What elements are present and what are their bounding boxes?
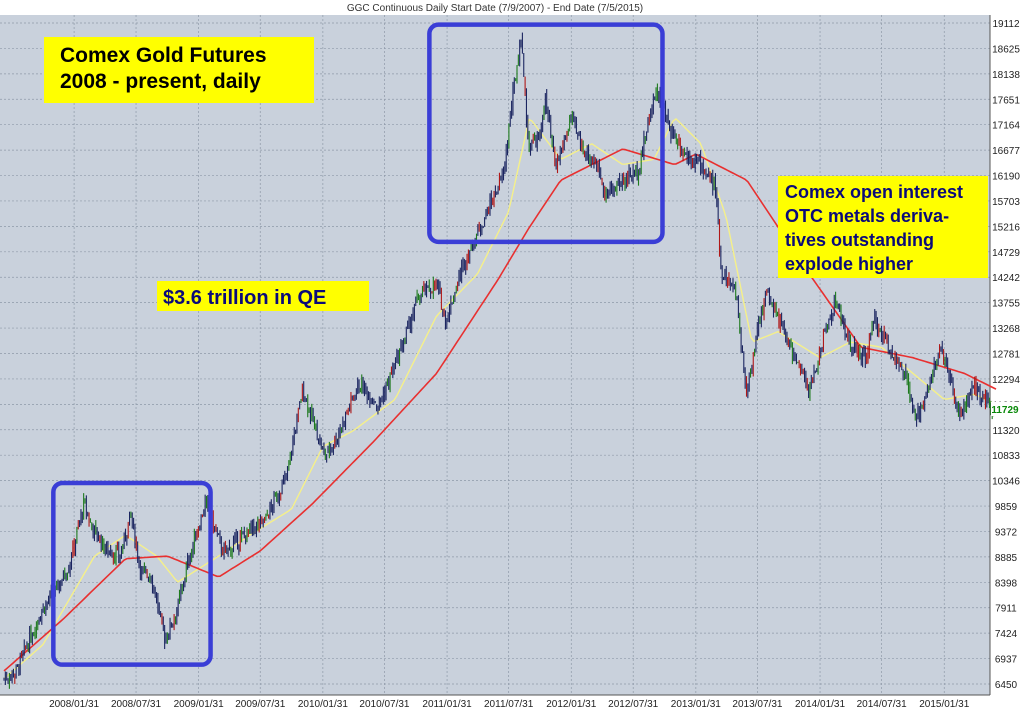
y-tick-label: 18138: [992, 70, 1020, 81]
y-tick-label: 10833: [992, 451, 1020, 462]
open-interest-callout-line4: explode higher: [785, 254, 913, 274]
y-tick-label: 6450: [995, 680, 1018, 691]
y-tick-label: 13268: [992, 324, 1020, 335]
last-price-badge: 11729: [991, 405, 1019, 416]
chart-title: GGC Continuous Daily Start Date (7/9/200…: [347, 3, 643, 14]
x-tick-label: 2009/07/31: [235, 699, 285, 710]
x-tick-label: 2014/07/31: [857, 699, 907, 710]
x-axis-ticks: 2008/01/31 2008/07/31 2009/01/31 2009/07/31…: [49, 699, 970, 710]
y-tick-label: 15216: [992, 222, 1020, 233]
plot-area: [0, 15, 990, 695]
y-tick-label: 12781: [992, 350, 1020, 361]
y-tick-label: 7424: [995, 629, 1018, 640]
open-interest-callout: Comex open interest OTC metals deriva- t…: [778, 176, 988, 278]
y-tick-label: 7911: [995, 604, 1017, 615]
y-tick-label: 11320: [992, 426, 1020, 437]
open-interest-callout-line3: tives outstanding: [785, 230, 934, 250]
y-tick-label: 8885: [995, 553, 1018, 564]
y-tick-label: 15703: [992, 197, 1020, 208]
y-tick-label: 12294: [992, 375, 1020, 386]
open-interest-callout-line1: Comex open interest: [785, 182, 963, 202]
y-tick-label: 18625: [992, 44, 1020, 55]
y-tick-label: 9859: [995, 502, 1018, 513]
title-callout-line2: 2008 - present, daily: [60, 70, 261, 93]
x-tick-label: 2010/07/31: [359, 699, 409, 710]
y-tick-label: 16677: [992, 146, 1020, 157]
open-interest-callout-line2: OTC metals deriva-: [785, 206, 949, 226]
title-callout: Comex Gold Futures 2008 - present, daily: [44, 37, 314, 103]
x-tick-label: 2010/01/31: [298, 699, 348, 710]
title-callout-line1: Comex Gold Futures: [60, 44, 267, 67]
y-tick-label: 13755: [992, 299, 1020, 310]
y-tick-label: 9372: [995, 527, 1018, 538]
qe-callout: $3.6 trillion in QE: [157, 281, 369, 311]
x-tick-label: 2013/01/31: [671, 699, 721, 710]
y-tick-label: 8398: [995, 578, 1018, 589]
x-tick-label: 2009/01/31: [174, 699, 224, 710]
x-tick-label: 2008/07/31: [111, 699, 161, 710]
y-tick-label: 17164: [992, 121, 1020, 132]
x-tick-label: 2008/01/31: [49, 699, 99, 710]
x-tick-label: 2013/07/31: [732, 699, 782, 710]
x-tick-label: 2014/01/31: [795, 699, 845, 710]
y-tick-label: 10346: [992, 477, 1020, 488]
chart-canvas: 19112 18625 18138 17651 17164 16677 16190 15703…: [0, 0, 1024, 717]
x-tick-label: 2012/01/31: [546, 699, 596, 710]
y-tick-label: 6937: [995, 655, 1018, 666]
x-tick-label: 2012/07/31: [608, 699, 658, 710]
x-tick-label: 2011/01/31: [422, 699, 472, 710]
y-tick-label: 16190: [992, 172, 1020, 183]
x-tick-label: 2011/07/31: [484, 699, 534, 710]
gold-futures-chart: 19112 18625 18138 17651 17164 16677 16190 15703…: [0, 0, 1024, 717]
y-tick-label: 19112: [992, 19, 1020, 30]
qe-callout-line1: $3.6 trillion in QE: [163, 287, 326, 309]
x-tick-label: 2015/01/31: [919, 699, 969, 710]
y-tick-label: 17651: [992, 95, 1020, 106]
y-tick-label: 14242: [992, 273, 1020, 284]
y-tick-label: 14729: [992, 248, 1020, 259]
